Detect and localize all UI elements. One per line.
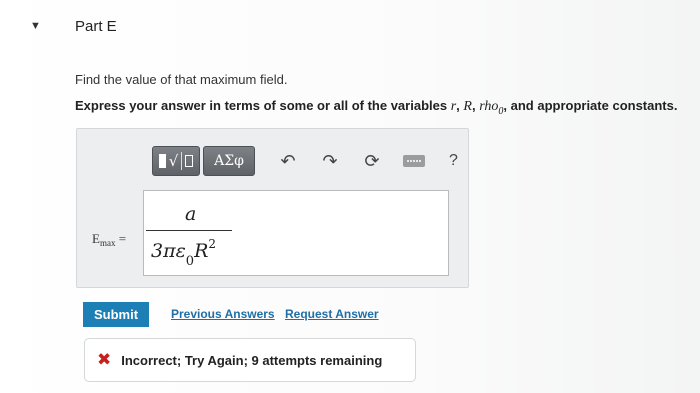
feedback-text: Incorrect; Try Again; 9 attempts remaini…: [121, 352, 383, 368]
template-block-icon: [158, 154, 166, 168]
instructions-prefix: Express your answer in terms of some or …: [75, 98, 451, 113]
answer-label-main: E: [92, 231, 100, 246]
denominator-exponent: 2: [208, 237, 217, 251]
help-icon[interactable]: ?: [449, 152, 458, 170]
part-title: Part E: [75, 18, 117, 35]
fraction-denominator: 3πε0R2: [151, 237, 217, 269]
answer-instructions: Express your answer in terms of some or …: [75, 98, 678, 117]
answer-label-equals: =: [115, 231, 127, 246]
collapse-chevron-icon[interactable]: ▼: [30, 20, 41, 32]
instructions-suffix: , and appropriate constants.: [503, 98, 678, 113]
variable-r: r: [450, 99, 457, 114]
x-mark-icon: ✖: [97, 350, 112, 369]
denominator-variable: R: [194, 240, 209, 262]
question-prompt: Find the value of that maximum field.: [75, 72, 288, 87]
template-box-icon: [185, 155, 194, 167]
reset-icon[interactable]: ⟳: [363, 151, 381, 172]
variable-rho-name: rho: [479, 99, 499, 114]
template-divider: [181, 152, 183, 170]
denominator-main: 3πε: [151, 240, 186, 262]
redo-icon[interactable]: ↷: [321, 151, 339, 172]
templates-button[interactable]: √: [152, 146, 200, 176]
radical-icon: √: [168, 152, 179, 170]
variable-R: R: [463, 99, 472, 114]
answer-label: Emax =: [92, 231, 127, 248]
keyboard-icon[interactable]: [403, 155, 425, 167]
denominator-subscript: 0: [185, 254, 195, 269]
math-toolbar: √ ΑΣφ ↶ ↷ ⟳ ?: [152, 145, 458, 177]
submit-button[interactable]: Submit: [83, 302, 149, 327]
answer-label-subscript: max: [99, 238, 116, 248]
fraction-bar: [146, 230, 232, 231]
feedback-box: ✖ Incorrect; Try Again; 9 attempts remai…: [84, 338, 416, 382]
previous-answers-link[interactable]: Previous Answers: [171, 307, 275, 321]
undo-icon[interactable]: ↶: [279, 151, 297, 172]
fraction-numerator: a: [185, 203, 197, 225]
greek-symbols-button[interactable]: ΑΣφ: [203, 146, 255, 176]
variable-rho: rho0: [479, 99, 503, 117]
request-answer-link[interactable]: Request Answer: [285, 307, 379, 321]
